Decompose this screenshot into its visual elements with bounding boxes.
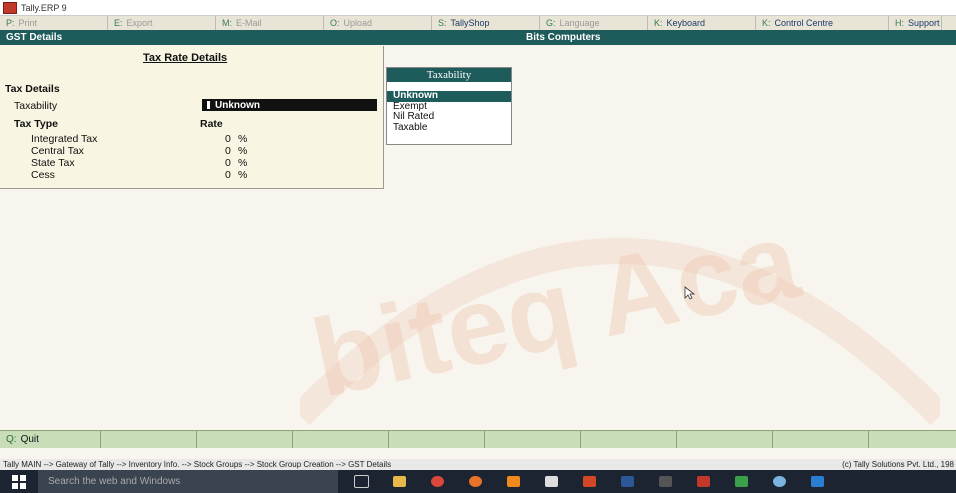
- powerpoint-icon[interactable]: [574, 470, 604, 493]
- company-name: Bits Computers: [526, 32, 601, 43]
- bottom-empty-slot: [197, 431, 293, 448]
- watermark-arc: [290, 238, 950, 426]
- support-button[interactable]: H: Support: [889, 16, 942, 30]
- rate-header: Rate: [200, 118, 223, 130]
- tax-row-rate[interactable]: 0: [225, 133, 231, 145]
- bottom-empty-slot: [293, 431, 389, 448]
- mouse-pointer-icon: [684, 286, 696, 300]
- firefox-icon[interactable]: [460, 470, 490, 493]
- tally-app-icon: [3, 1, 17, 14]
- breadcrumb: Tally MAIN --> Gateway of Tally --> Inve…: [3, 460, 392, 469]
- tax-row-type: Integrated Tax: [31, 133, 98, 145]
- screen-header: GST Details Bits Computers: [0, 30, 956, 45]
- taxability-field[interactable]: Unknown: [202, 99, 377, 111]
- email-button[interactable]: M: E-Mail: [216, 16, 324, 30]
- keyboard-button[interactable]: K: Keyboard: [648, 16, 756, 30]
- vlc-icon[interactable]: [498, 470, 528, 493]
- status-bar: Tally MAIN --> Gateway of Tally --> Inve…: [0, 459, 956, 470]
- tallyshop-button[interactable]: S: TallyShop: [432, 16, 540, 30]
- text-cursor: [207, 101, 210, 109]
- chrome-icon[interactable]: [422, 470, 452, 493]
- task-view-icon[interactable]: [346, 470, 376, 493]
- bottom-empty-slot: [389, 431, 485, 448]
- control-centre-button[interactable]: K: Control Centre: [756, 16, 889, 30]
- option-nil-rated[interactable]: Nil Rated: [387, 111, 511, 123]
- taxability-value: Unknown: [215, 99, 260, 111]
- watermark-text: biteq Aca: [302, 198, 809, 421]
- tax-row-rate[interactable]: 0: [225, 169, 231, 181]
- watermark: biteq Aca: [290, 166, 950, 426]
- tax-rate-details-panel: Tax Rate Details Tax Details Taxability …: [0, 46, 384, 189]
- bottom-empty-slot: [485, 431, 581, 448]
- tally-taskbar-icon[interactable]: [688, 470, 718, 493]
- tax-row-unit: %: [238, 133, 248, 145]
- title-bar: Tally.ERP 9: [0, 0, 956, 16]
- tax-row-type: Cess: [31, 169, 55, 181]
- option-taxable[interactable]: Taxable: [387, 122, 511, 134]
- taxability-list-popup: Taxability Unknown Exempt Nil Rated Taxa…: [386, 67, 512, 145]
- bottom-empty-slot: [581, 431, 677, 448]
- tax-row-unit: %: [238, 145, 248, 157]
- store-icon[interactable]: [536, 470, 566, 493]
- upload-button[interactable]: O: Upload: [324, 16, 432, 30]
- window-title: Tally.ERP 9: [21, 2, 67, 13]
- export-button[interactable]: E: Export: [108, 16, 216, 30]
- tax-row-unit: %: [238, 169, 248, 181]
- language-button[interactable]: G: Language: [540, 16, 648, 30]
- quit-button[interactable]: Q: Quit: [0, 431, 101, 448]
- main-area: biteq Aca Tax Rate Details Tax Details T…: [0, 46, 956, 430]
- calculator-icon[interactable]: [650, 470, 680, 493]
- bottom-empty-slot: [677, 431, 773, 448]
- print-button[interactable]: P: Print: [0, 16, 108, 30]
- file-explorer-icon[interactable]: [384, 470, 414, 493]
- tax-row-type: State Tax: [31, 157, 75, 169]
- option-unknown[interactable]: Unknown: [387, 90, 511, 102]
- tax-row-rate[interactable]: 0: [225, 157, 231, 169]
- taskbar-search-input[interactable]: Search the web and Windows: [38, 470, 338, 493]
- windows-taskbar: Search the web and Windows: [0, 470, 956, 493]
- blue-app-icon[interactable]: [802, 470, 832, 493]
- tax-row-unit: %: [238, 157, 248, 169]
- green-app-icon[interactable]: [726, 470, 756, 493]
- panel-title: Tax Rate Details: [143, 52, 228, 64]
- windows-start-icon[interactable]: [0, 470, 38, 493]
- bottom-button-bar: Q: Quit: [0, 430, 956, 448]
- taxability-label: Taxability: [14, 100, 58, 112]
- tax-details-heading: Tax Details: [5, 83, 60, 95]
- word-icon[interactable]: [612, 470, 642, 493]
- tax-row-type: Central Tax: [31, 145, 84, 157]
- screen-title: GST Details: [6, 32, 63, 43]
- tax-type-header: Tax Type: [14, 118, 58, 130]
- paint-icon[interactable]: [764, 470, 794, 493]
- bottom-empty-slot: [101, 431, 197, 448]
- bottom-empty-slot: [773, 431, 869, 448]
- tax-row-rate[interactable]: 0: [225, 145, 231, 157]
- top-button-bar: P: Print E: Export M: E-Mail O: Upload S: Tal…: [0, 16, 956, 30]
- popup-title: Taxability: [387, 68, 511, 82]
- copyright-text: (c) Tally Solutions Pvt. Ltd., 198: [842, 460, 954, 469]
